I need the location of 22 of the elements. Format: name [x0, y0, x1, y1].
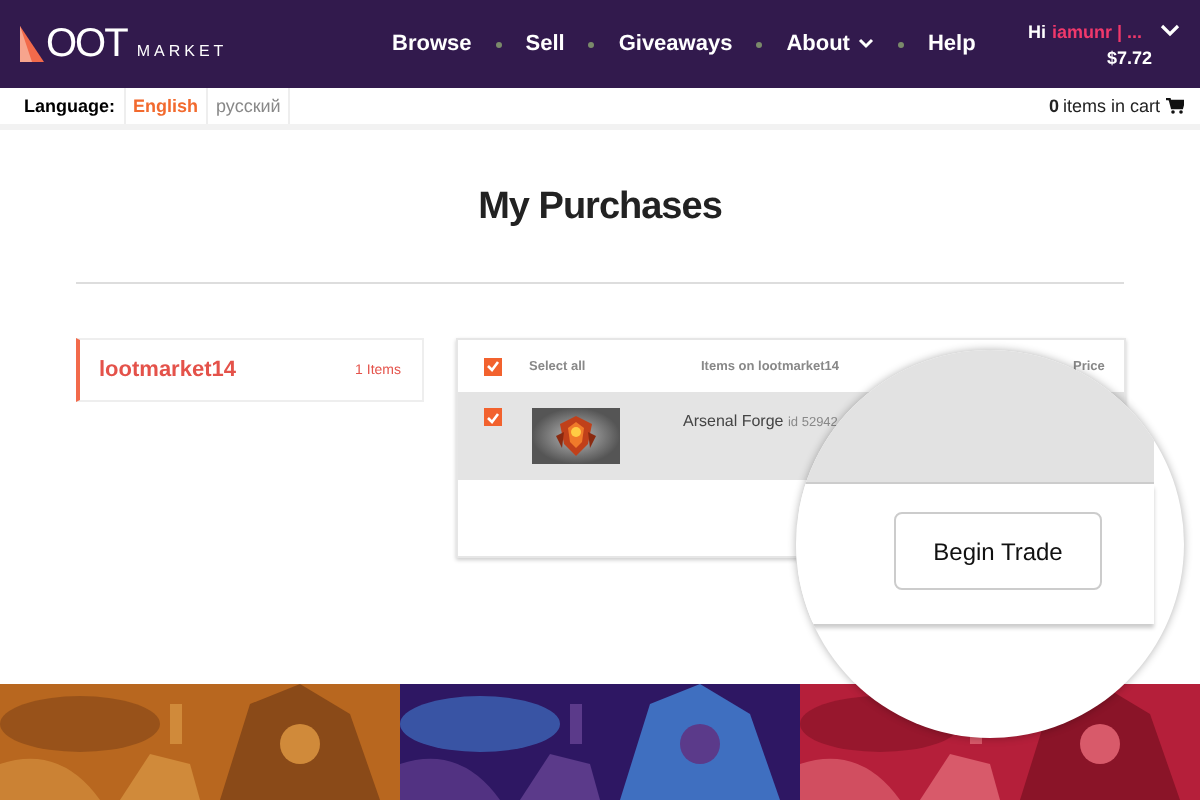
- greeting: Hi: [1027, 21, 1046, 41]
- nav-link[interactable]: Browse: [392, 32, 472, 56]
- logo-icon: [16, 26, 44, 62]
- checkbox[interactable]: [483, 357, 501, 375]
- language-label: Language:: [24, 94, 118, 120]
- seller-name: lootmarket14: [99, 358, 236, 382]
- logo-subtitle: MARKET: [136, 41, 228, 59]
- checkbox[interactable]: [483, 408, 501, 426]
- chevron-down-icon[interactable]: [857, 38, 874, 50]
- begin-trade-button[interactable]: Begin Trade: [894, 512, 1102, 590]
- page-title: My Purchases: [478, 186, 722, 230]
- cart-count[interactable]: 0 items in cart: [1048, 88, 1160, 124]
- username-link[interactable]: iamunr | ...: [1051, 21, 1142, 41]
- balance: $7.72: [1106, 47, 1152, 67]
- nav-link[interactable]: Sell: [525, 32, 565, 56]
- chevron-down-icon[interactable]: [1160, 24, 1180, 38]
- nav-link[interactable]: Giveaways: [618, 32, 733, 56]
- logo-text: OOT: [46, 21, 127, 67]
- nav-link[interactable]: Help: [927, 32, 976, 56]
- language-option[interactable]: русский: [206, 88, 291, 124]
- nav-link[interactable]: About: [786, 32, 874, 56]
- cart-icon[interactable]: [1166, 98, 1184, 114]
